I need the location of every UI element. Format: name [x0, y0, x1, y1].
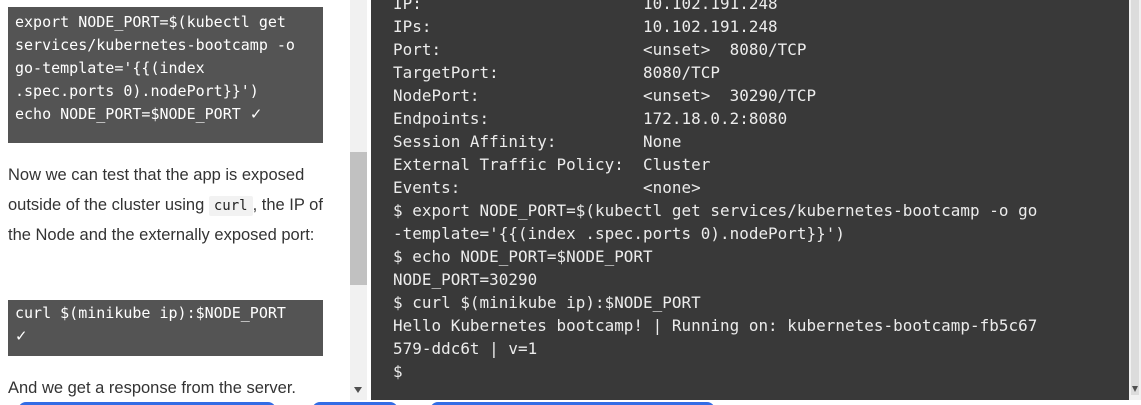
terminal-line: TargetPort: 8080/TCP — [393, 63, 720, 82]
command-line: curl $(minikube ip):$NODE_PORT — [15, 304, 286, 322]
command-text: echo NODE_PORT=$NODE_PORT — [15, 105, 241, 123]
terminal-scrollbar[interactable] — [1129, 0, 1141, 400]
chevron-down-icon[interactable] — [354, 387, 362, 393]
terminal-line: Port: <unset> 8080/TCP — [393, 40, 807, 59]
terminal-output: IP: 10.102.191.248 IPs: 10.102.191.248 P… — [393, 0, 1037, 383]
terminal-line: $ curl $(minikube ip):$NODE_PORT — [393, 293, 701, 312]
command-line: echo NODE_PORT=$NODE_PORT ✓ — [15, 103, 316, 126]
command-line: export NODE_PORT=$(kubectl get — [15, 13, 286, 31]
command-line: go-template='{{(index — [15, 59, 205, 77]
bottom-button-bar — [0, 400, 1141, 405]
command-block-curl[interactable]: curl $(minikube ip):$NODE_PORT ✓ — [8, 300, 323, 356]
command-block-export-node-port[interactable]: export NODE_PORT=$(kubectl get services/… — [8, 7, 323, 143]
command-line: services/kubernetes-bootcamp -o — [15, 36, 295, 54]
check-icon: ✓ — [15, 327, 28, 345]
terminal-line: External Traffic Policy: Cluster — [393, 155, 711, 174]
chevron-down-icon[interactable] — [1132, 386, 1138, 392]
terminal-line: Session Affinity: None — [393, 132, 682, 151]
terminal-line: -template='{{(index .spec.ports 0).nodeP… — [393, 224, 845, 243]
terminal-prompt[interactable]: $ — [393, 360, 1037, 383]
terminal-line: NodePort: <unset> 30290/TCP — [393, 86, 817, 105]
terminal-line: Endpoints: 172.18.0.2:8080 — [393, 109, 788, 128]
tutorial-page: export NODE_PORT=$(kubectl get services/… — [0, 0, 1141, 405]
terminal-line: Events: <none> — [393, 178, 701, 197]
instruction-paragraph: And we get a response from the server. — [8, 379, 296, 397]
instructions-scrollbar[interactable] — [347, 0, 371, 400]
terminal-line: IP: 10.102.191.248 — [393, 0, 778, 13]
terminal-line: $ export NODE_PORT=$(kubectl get service… — [393, 201, 1038, 220]
scrollbar-thumb[interactable] — [350, 152, 367, 285]
inline-code-curl: curl — [208, 195, 253, 216]
terminal-line: 579-ddc6t | v=1 — [393, 339, 538, 358]
terminal-window[interactable]: IP: 10.102.191.248 IPs: 10.102.191.248 P… — [371, 0, 1141, 400]
terminal-line: Hello Kubernetes bootcamp! | Running on:… — [393, 316, 1038, 335]
instructions-panel: export NODE_PORT=$(kubectl get services/… — [0, 0, 347, 400]
instruction-paragraph: Now we can test that the app is exposed … — [8, 161, 326, 251]
terminal-scrollbar-thumb[interactable] — [1131, 0, 1139, 395]
terminal-line: $ echo NODE_PORT=$NODE_PORT — [393, 247, 653, 266]
terminal-line: IPs: 10.102.191.248 — [393, 17, 778, 36]
check-icon: ✓ — [249, 105, 263, 123]
terminal-line: NODE_PORT=30290 — [393, 270, 538, 289]
command-line: .spec.ports 0).nodePort}}') — [15, 82, 259, 100]
